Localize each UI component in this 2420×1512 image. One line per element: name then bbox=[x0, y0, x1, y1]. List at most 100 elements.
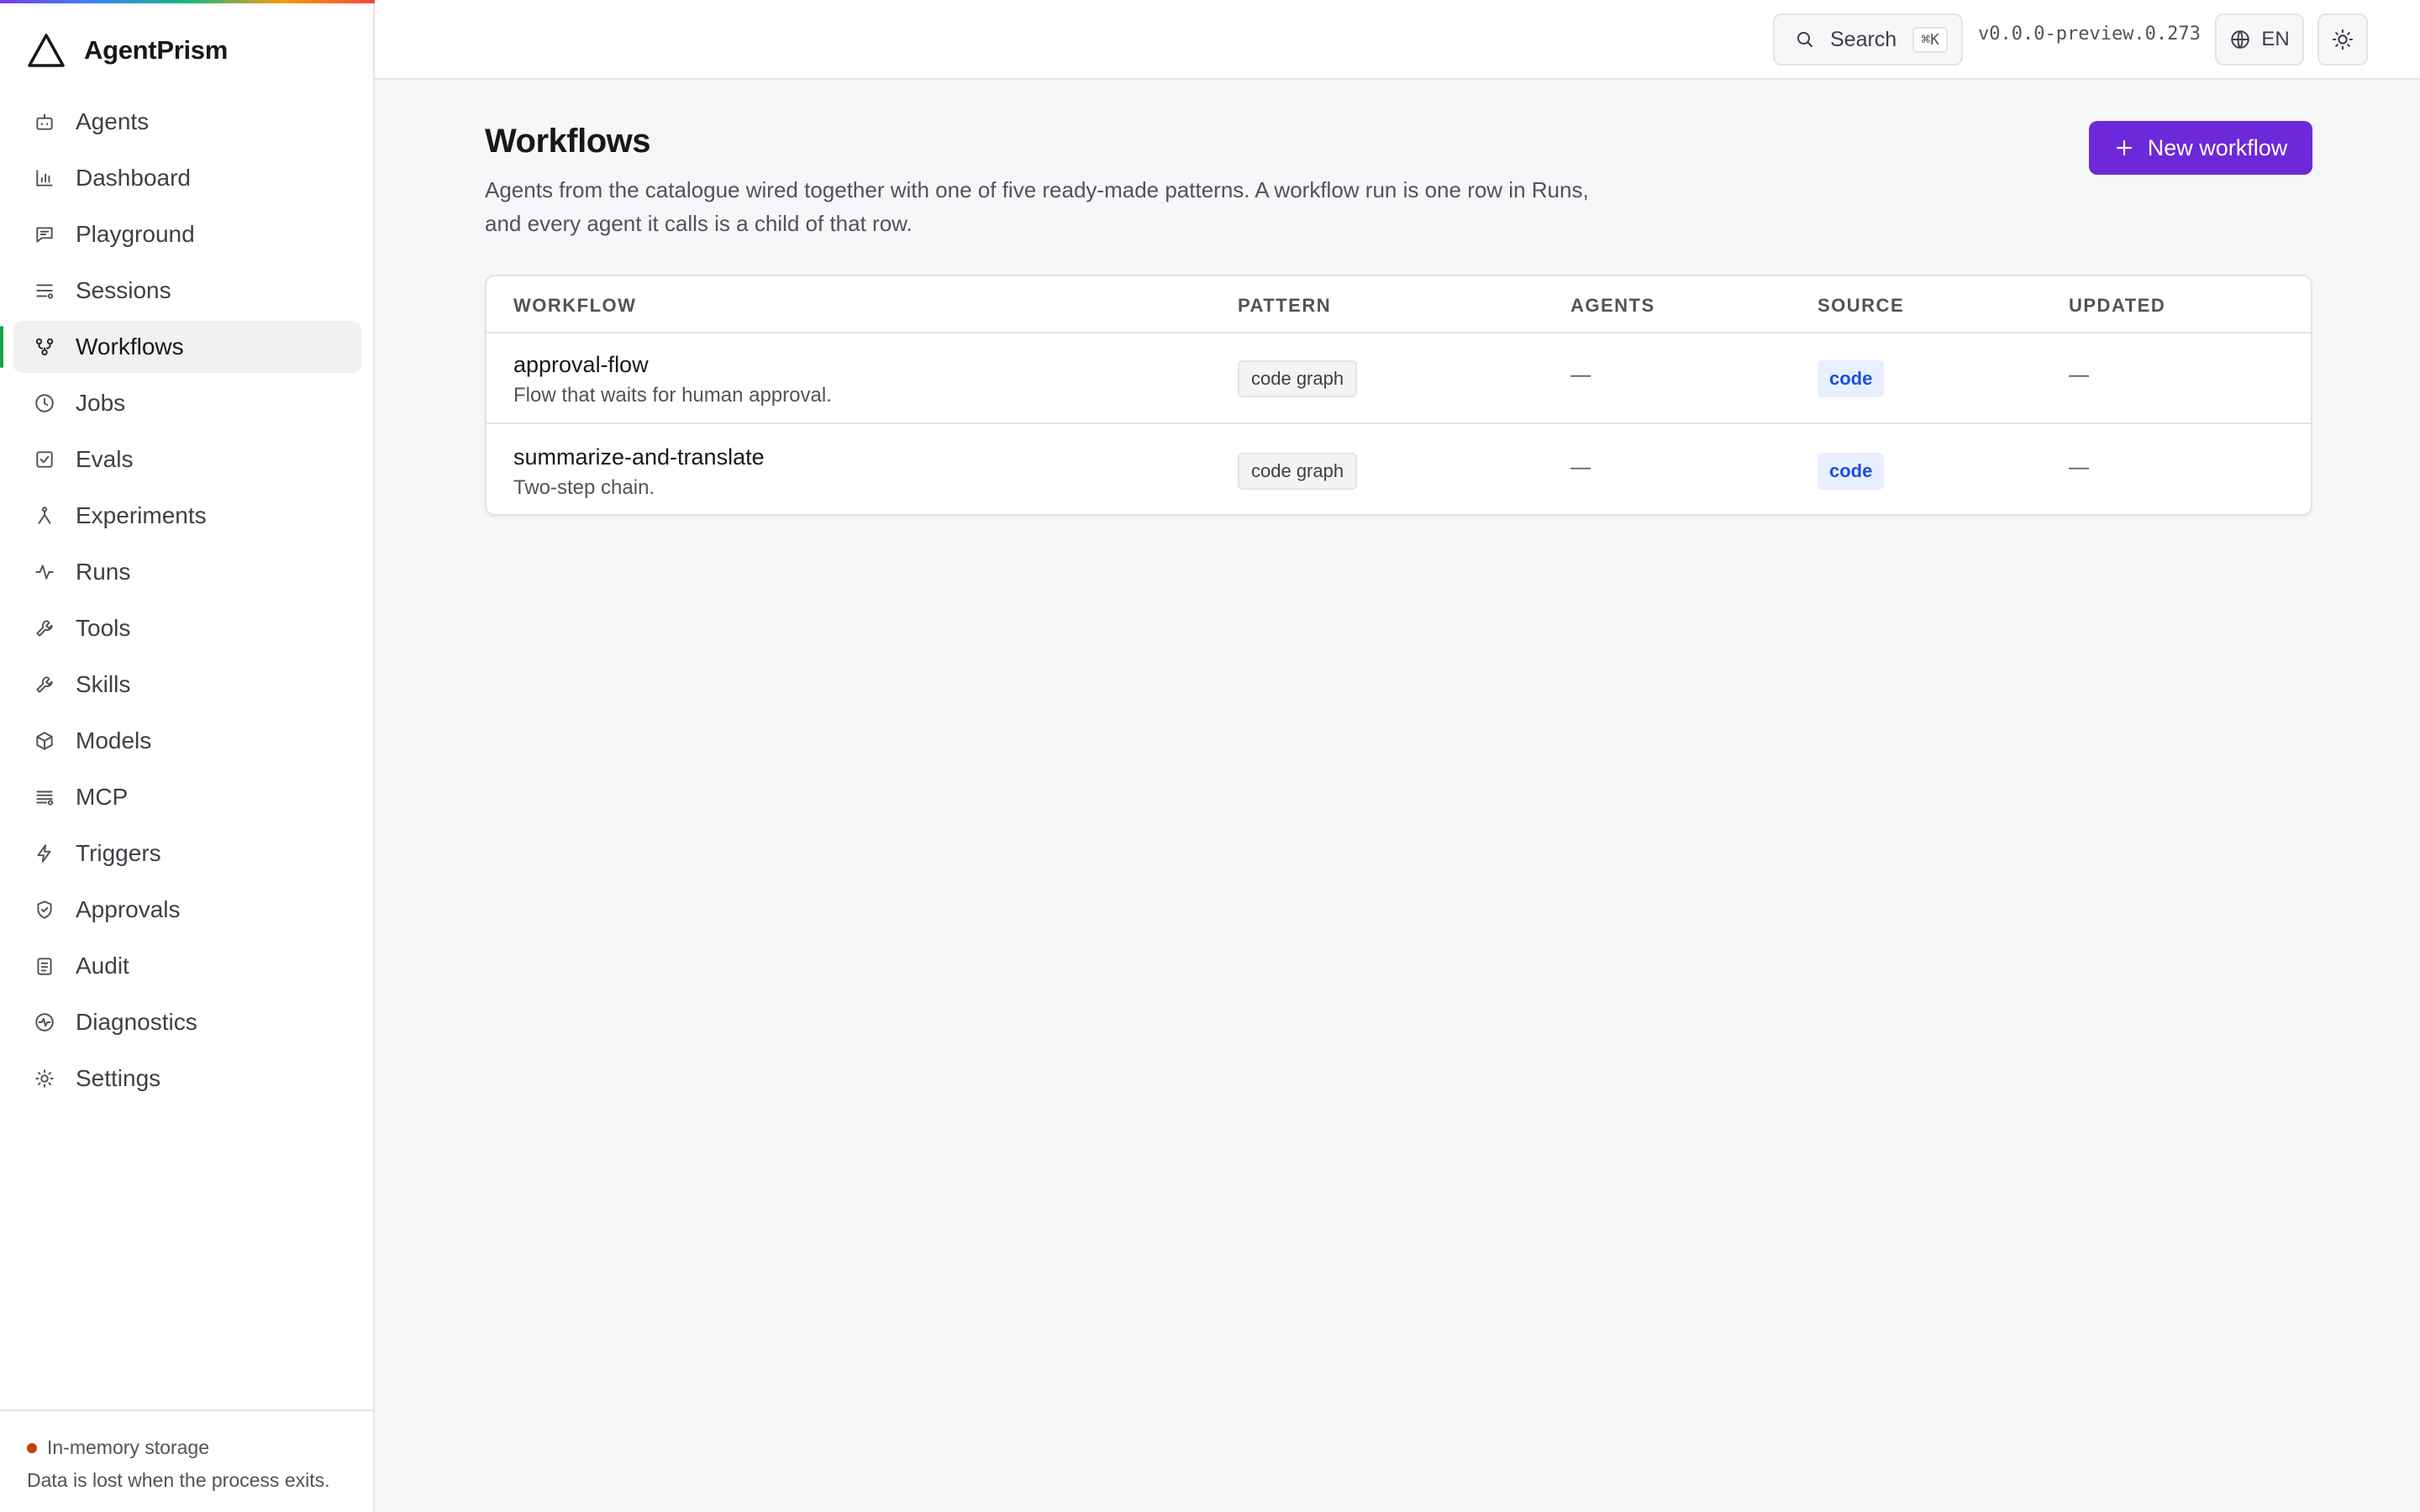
server-list-icon bbox=[32, 785, 57, 810]
page-description: Agents from the catalogue wired together… bbox=[485, 177, 1589, 236]
column-header-pattern: PATTERN bbox=[1238, 295, 1332, 316]
sidebar-item-dashboard[interactable]: Dashboard bbox=[13, 152, 361, 204]
sidebar-item-audit[interactable]: Audit bbox=[13, 940, 361, 992]
status-dot bbox=[27, 1442, 37, 1453]
pattern-badge: code graph bbox=[1238, 453, 1358, 490]
sidebar: AgentPrism Agents Dashboard Playground S… bbox=[0, 0, 375, 1512]
app-name: AgentPrism bbox=[84, 35, 228, 65]
theme-toggle-button[interactable] bbox=[2317, 13, 2368, 66]
cube-icon bbox=[32, 728, 57, 753]
sidebar-item-playground[interactable]: Playground bbox=[13, 208, 361, 260]
bar-chart-icon bbox=[32, 165, 57, 191]
bot-icon bbox=[32, 109, 57, 134]
workflow-description: Flow that waits for human approval. bbox=[513, 384, 832, 407]
sidebar-item-workflows[interactable]: Workflows bbox=[0, 321, 361, 373]
sidebar-item-label: Diagnostics bbox=[76, 1009, 197, 1035]
sessions-list-icon bbox=[32, 278, 57, 303]
sidebar-item-sessions[interactable]: Sessions bbox=[13, 265, 361, 317]
globe-icon bbox=[2231, 30, 2250, 49]
sidebar-item-jobs[interactable]: Jobs bbox=[13, 377, 361, 429]
sidebar-item-triggers[interactable]: Triggers bbox=[13, 827, 361, 879]
sidebar-item-label: Triggers bbox=[76, 840, 161, 866]
storage-status: In-memory storage Data is lost when the … bbox=[0, 1410, 373, 1512]
sidebar-item-label: Workflows bbox=[76, 333, 184, 360]
pulse-circle-icon bbox=[32, 1010, 57, 1035]
sidebar-item-label: Approvals bbox=[76, 896, 181, 922]
sidebar-item-label: Evals bbox=[76, 446, 134, 472]
lightning-icon bbox=[32, 841, 57, 866]
sidebar-item-label: Skills bbox=[76, 671, 131, 697]
sun-icon bbox=[2332, 29, 2354, 50]
table-row[interactable]: summarize-and-translate Two-step chain. … bbox=[487, 426, 2311, 514]
workflow-name[interactable]: approval-flow bbox=[513, 352, 649, 378]
chat-icon bbox=[32, 222, 57, 247]
agents-value: — bbox=[1570, 456, 1591, 479]
column-header-updated: UPDATED bbox=[2069, 295, 2166, 316]
page-title: Workflows bbox=[485, 123, 651, 160]
shield-check-icon bbox=[32, 897, 57, 922]
sidebar-item-label: Settings bbox=[76, 1065, 161, 1091]
table-row[interactable]: approval-flow Flow that waits for human … bbox=[487, 333, 2311, 424]
sidebar-item-approvals[interactable]: Approvals bbox=[13, 884, 361, 936]
fork-icon bbox=[32, 503, 57, 528]
sidebar-item-label: Models bbox=[76, 727, 152, 753]
sidebar-item-label: Runs bbox=[76, 559, 131, 585]
checkbox-icon bbox=[32, 447, 57, 472]
agents-value: — bbox=[1570, 364, 1591, 386]
sidebar-item-label: Dashboard bbox=[76, 165, 191, 191]
prism-logo-icon bbox=[28, 34, 65, 67]
sidebar-item-skills[interactable]: Skills bbox=[13, 659, 361, 711]
source-badge: code bbox=[1818, 360, 1885, 397]
sidebar-item-label: Sessions bbox=[76, 277, 171, 303]
sidebar-item-label: Tools bbox=[76, 615, 131, 641]
sidebar-item-evals[interactable]: Evals bbox=[13, 433, 361, 486]
source-badge: code bbox=[1818, 453, 1885, 490]
column-header-source: SOURCE bbox=[1818, 295, 1905, 316]
sun-gear-icon bbox=[32, 1066, 57, 1091]
table-header: WORKFLOW PATTERN AGENTS SOURCE UPDATED bbox=[487, 276, 2311, 333]
sidebar-item-label: Playground bbox=[76, 221, 195, 247]
brand-gradient-bar bbox=[0, 0, 375, 3]
sidebar-item-agents[interactable]: Agents bbox=[13, 96, 361, 148]
pattern-badge: code graph bbox=[1238, 360, 1358, 397]
sidebar-item-label: Jobs bbox=[76, 390, 126, 416]
workflow-icon bbox=[32, 334, 57, 360]
sidebar-item-settings[interactable]: Settings bbox=[13, 1053, 361, 1105]
wrench-icon bbox=[32, 616, 57, 641]
clock-icon bbox=[32, 391, 57, 416]
language-button[interactable]: EN bbox=[2215, 13, 2304, 66]
sidebar-item-runs[interactable]: Runs bbox=[13, 546, 361, 598]
workflow-name[interactable]: summarize-and-translate bbox=[513, 444, 765, 470]
storage-status-label: In-memory storage bbox=[47, 1436, 210, 1458]
wrench-icon bbox=[32, 672, 57, 697]
search-icon bbox=[1797, 32, 1812, 47]
column-header-workflow: WORKFLOW bbox=[513, 295, 637, 316]
new-workflow-label: New workflow bbox=[2147, 134, 2288, 160]
updated-value: — bbox=[2069, 364, 2089, 386]
sidebar-item-tools[interactable]: Tools bbox=[13, 602, 361, 654]
new-workflow-button[interactable]: New workflow bbox=[2089, 121, 2312, 175]
sidebar-item-label: Audit bbox=[76, 953, 129, 979]
app-version: v0.0.0-preview.0.273 bbox=[1978, 24, 2201, 45]
updated-value: — bbox=[2069, 456, 2089, 479]
sidebar-item-experiments[interactable]: Experiments bbox=[13, 490, 361, 542]
workflow-description: Two-step chain. bbox=[513, 476, 655, 499]
sidebar-item-models[interactable]: Models bbox=[13, 715, 361, 767]
sidebar-item-label: MCP bbox=[76, 784, 129, 810]
sidebar-item-mcp[interactable]: MCP bbox=[13, 771, 361, 823]
sidebar-item-label: Experiments bbox=[76, 502, 207, 528]
storage-status-note: Data is lost when the process exits. bbox=[27, 1469, 330, 1491]
search-label: Search bbox=[1830, 27, 1897, 51]
topbar: Search ⌘K v0.0.0-preview.0.273 EN bbox=[375, 0, 2420, 80]
sidebar-item-diagnostics[interactable]: Diagnostics bbox=[13, 996, 361, 1048]
clipboard-icon bbox=[32, 953, 57, 979]
plus-icon bbox=[2116, 139, 2132, 156]
language-label: EN bbox=[2261, 28, 2290, 50]
search-button[interactable]: Search ⌘K bbox=[1773, 13, 1963, 66]
activity-icon bbox=[32, 559, 57, 585]
column-header-agents: AGENTS bbox=[1570, 295, 1655, 316]
sidebar-item-label: Agents bbox=[76, 108, 150, 134]
brand[interactable]: AgentPrism bbox=[27, 32, 228, 69]
search-shortcut: ⌘K bbox=[1912, 26, 1948, 53]
sidebar-nav: Agents Dashboard Playground Sessions Wor… bbox=[0, 96, 361, 1109]
